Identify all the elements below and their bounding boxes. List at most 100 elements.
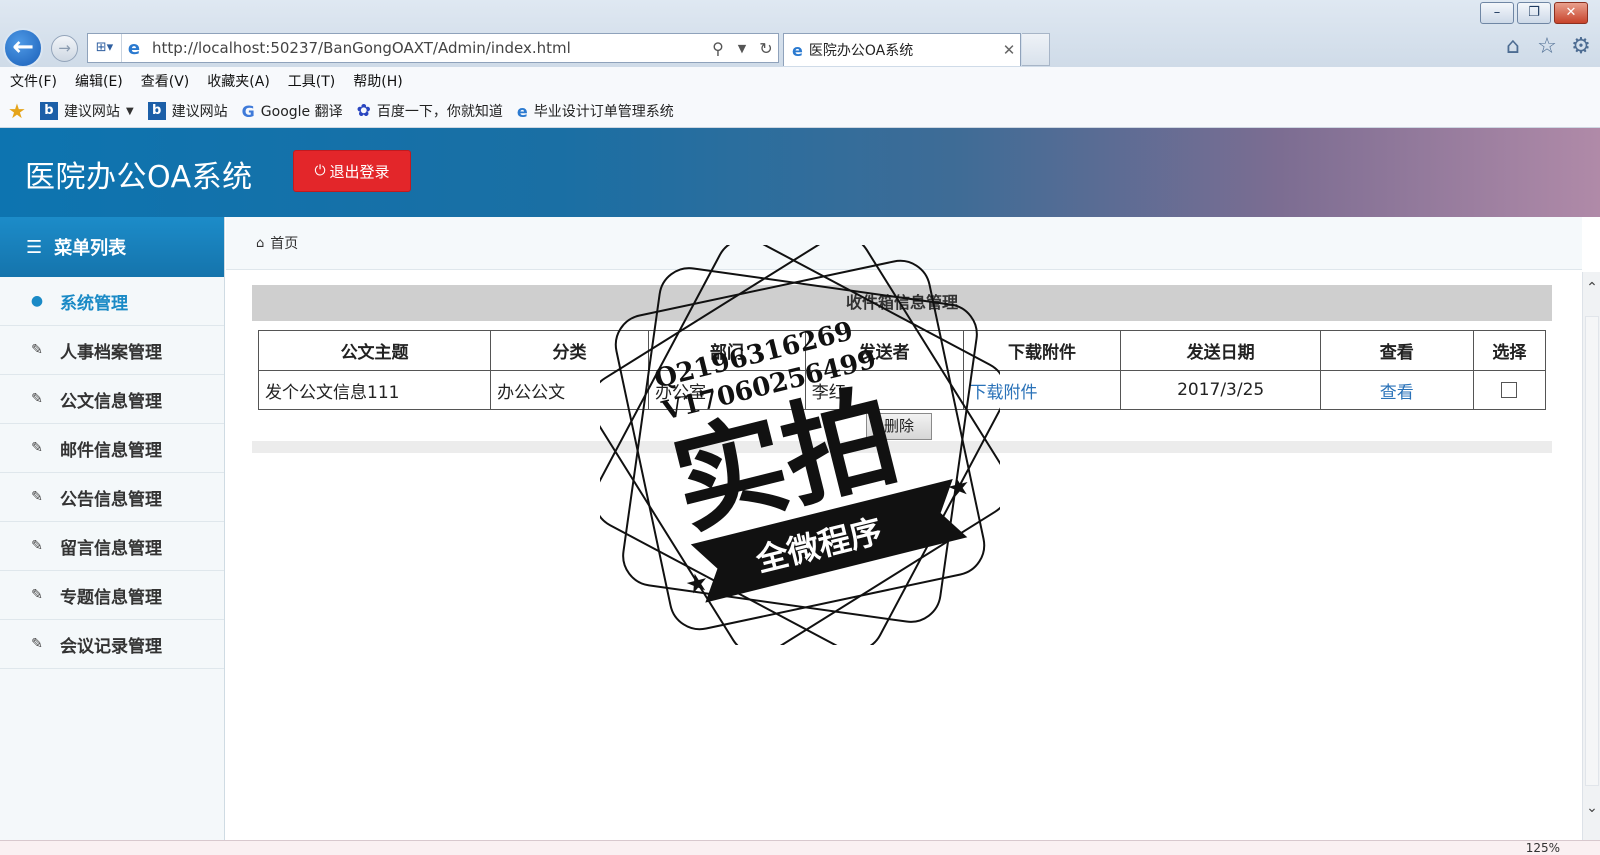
column-header-sender: 发送者 [804,330,964,371]
sidebar-item-system[interactable]: ● 系统管理 [0,277,224,326]
bing-icon: b [39,102,58,120]
vertical-scrollbar[interactable]: ⌃ ⌄ [1582,272,1600,840]
favorites-bar: ★ b 建议网站 ▼ b 建议网站 G Google 翻译 ✿ 百度一下，你就知… [0,95,1600,128]
sidebar-item-label: 会议记录管理 [60,636,162,657]
restore-icon[interactable]: ❐ [1517,2,1551,24]
breadcrumb: ⌂ 首页 [226,217,1582,270]
sidebar-header: ☰ 菜单列表 [0,217,224,277]
breadcrumb-home[interactable]: 首页 [270,233,298,253]
select-checkbox[interactable] [1501,382,1518,398]
menu-help[interactable]: 帮助(H) [353,71,402,91]
ie-icon: e [516,101,528,121]
search-icon[interactable]: ⚲ [706,39,730,58]
favorite-order-system[interactable]: e 毕业设计订单管理系统 [517,101,674,121]
column-header-category: 分类 [490,330,649,371]
close-icon[interactable]: ✕ [1554,2,1588,24]
column-header-attachment: 下载附件 [962,330,1122,371]
minimize-icon[interactable]: – [1480,2,1514,24]
edit-icon: ✎ [31,342,43,358]
favorite-label: Google 翻译 [260,104,343,120]
window-controls: – ❐ ✕ [1480,2,1588,24]
forward-arrow-icon[interactable]: → [51,35,78,62]
new-tab-button[interactable] [1022,33,1050,66]
app-header: 医院办公OA系统 ⏻ 退出登录 [0,128,1600,217]
ie-icon: e [127,37,141,59]
sidebar-item-mail[interactable]: ✎ 邮件信息管理 [0,424,224,473]
menu-favorites[interactable]: 收藏夹(A) [207,71,270,91]
sidebar-item-messages[interactable]: ✎ 留言信息管理 [0,522,224,571]
inbox-table: 公文主题 分类 部门 发送者 下载附件 发送日期 查看 选择 发个公文信息111… [257,330,1547,410]
column-header-view: 查看 [1319,330,1474,371]
menu-file[interactable]: 文件(F) [10,71,57,91]
home-icon[interactable]: ⌂ [1500,34,1526,60]
sidebar-item-label: 邮件信息管理 [60,440,162,461]
power-icon: ⏻ [314,163,326,179]
menu-tools[interactable]: 工具(T) [288,71,335,91]
app-title: 医院办公OA系统 [25,160,253,195]
favorite-suggested-sites[interactable]: b 建议网站 [147,101,228,121]
ie-icon: e [792,40,803,60]
favorite-baidu[interactable]: ✿ 百度一下，你就知道 [357,101,503,121]
logout-label: 退出登录 [329,162,390,181]
favorite-label: 建议网站 [171,104,228,120]
gear-icon[interactable]: ⚙ [1568,34,1594,60]
sidebar-item-documents[interactable]: ✎ 公文信息管理 [0,375,224,424]
sidebar-item-announcements[interactable]: ✎ 公告信息管理 [0,473,224,522]
address-bar[interactable]: ⊞▾ e http://localhost:50237/BanGongOAXT/… [87,33,779,63]
cell-sender: 李红 [804,370,964,410]
tab-close-icon[interactable]: ✕ [998,41,1020,59]
favorites-star-icon[interactable]: ★ [8,99,26,123]
sidebar-item-label: 专题信息管理 [60,587,162,608]
cell-subject: 发个公文信息111 [257,370,492,410]
tab-title: 医院办公OA系统 [808,43,914,59]
edit-icon: ✎ [31,489,43,505]
back-arrow-icon[interactable]: ← [3,28,43,68]
cell-select [1472,370,1547,410]
table-row: 发个公文信息111 办公公文 办公室 李红 下载附件 2017/3/25 查看 [257,370,1547,410]
pager-bar [252,441,1552,453]
scroll-thumb[interactable] [1585,316,1599,786]
edit-icon: ✎ [31,636,43,652]
chevron-down-icon: ▼ [125,105,134,117]
favorite-label: 建议网站 [63,104,120,120]
column-header-select: 选择 [1472,330,1547,371]
chevron-down-icon[interactable]: ▼ [730,42,754,55]
star-icon[interactable]: ☆ [1534,34,1560,60]
bing-icon: b [147,102,166,120]
refresh-icon[interactable]: ↻ [754,39,778,58]
scroll-up-icon[interactable]: ⌃ [1583,280,1600,296]
view-link[interactable]: 查看 [1380,383,1414,403]
favorite-google-translate[interactable]: G Google 翻译 [242,101,343,121]
cell-attachment: 下载附件 [962,370,1122,410]
sidebar-item-topics[interactable]: ✎ 专题信息管理 [0,571,224,620]
zoom-level[interactable]: 125% [1526,841,1560,855]
sidebar-header-label: 菜单列表 [54,238,127,259]
home-icon: ⌂ [256,235,265,251]
favorite-suggested-sites-dropdown[interactable]: b 建议网站 ▼ [39,101,134,121]
edit-icon: ✎ [31,391,43,407]
column-header-subject: 公文主题 [257,330,492,371]
browser-tab[interactable]: e 医院办公OA系统 ✕ [783,33,1021,66]
column-header-date: 发送日期 [1120,330,1321,371]
compat-view-icon[interactable]: ⊞▾ [88,34,122,62]
url-text[interactable]: http://localhost:50237/BanGongOAXT/Admin… [146,39,706,57]
delete-button[interactable]: 删除 [866,413,932,440]
logout-button[interactable]: ⏻ 退出登录 [293,150,411,192]
sidebar-item-label: 系统管理 [60,293,128,314]
menu-edit[interactable]: 编辑(E) [75,71,123,91]
favorite-label: 毕业设计订单管理系统 [533,104,674,120]
sidebar-item-meetings[interactable]: ✎ 会议记录管理 [0,620,224,669]
browser-toolbar: – ❐ ✕ ← → ⊞▾ e http://localhost:50237/Ba… [0,0,1600,68]
download-attachment-link[interactable]: 下载附件 [970,383,1038,403]
table-header-row: 公文主题 分类 部门 发送者 下载附件 发送日期 查看 选择 [257,330,1547,371]
edit-icon: ✎ [31,587,43,603]
cell-date: 2017/3/25 [1120,370,1321,410]
section-title: 收件箱信息管理 [252,285,1552,321]
sidebar-item-personnel[interactable]: ✎ 人事档案管理 [0,326,224,375]
scroll-down-icon[interactable]: ⌄ [1583,800,1600,816]
favorite-label: 百度一下，你就知道 [376,104,503,120]
menu-view[interactable]: 查看(V) [141,71,190,91]
sidebar-item-label: 留言信息管理 [60,538,162,559]
list-icon: ☰ [26,236,43,258]
menu-bar: 文件(F) 编辑(E) 查看(V) 收藏夹(A) 工具(T) 帮助(H) [0,67,1600,95]
